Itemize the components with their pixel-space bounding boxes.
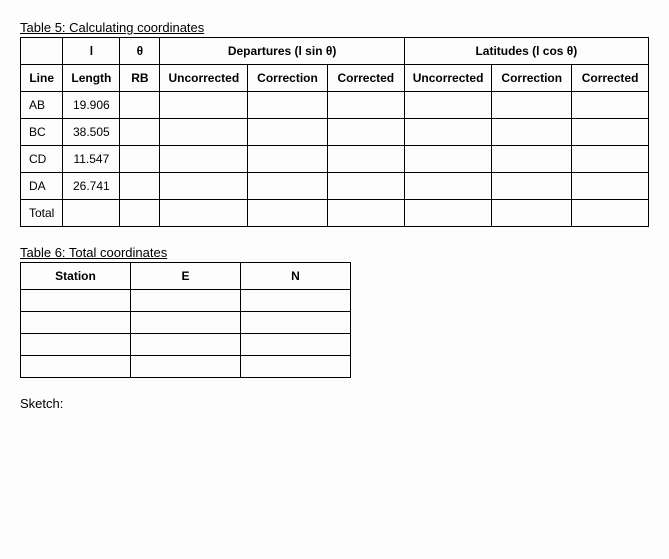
table5-empty-cell	[248, 119, 328, 146]
table5-blank-header	[21, 38, 63, 65]
table5-empty-cell	[404, 146, 492, 173]
table5-rb-header: RB	[120, 65, 160, 92]
table5-departures-header: Departures (l sin θ)	[160, 38, 404, 65]
table5-empty-cell	[120, 146, 160, 173]
table5-length-header: Length	[63, 65, 120, 92]
table5-line-header: Line	[21, 65, 63, 92]
table6-header-row: Station E N	[21, 263, 351, 290]
table6-n-cell	[241, 334, 351, 356]
table6-title: Table 6: Total coordinates	[20, 245, 649, 260]
table6-e-cell	[131, 356, 241, 378]
table5-lat-uncorrected-header: Uncorrected	[404, 65, 492, 92]
table5-empty-cell	[160, 119, 248, 146]
table5-length-cell	[63, 200, 120, 227]
table5-empty-cell	[404, 119, 492, 146]
table5-dep-corrected-header: Corrected	[327, 65, 404, 92]
table5-line-cell: CD	[21, 146, 63, 173]
table6-station-cell	[21, 290, 131, 312]
table5-empty-cell	[248, 173, 328, 200]
table5: l θ Departures (l sin θ) Latitudes (l co…	[20, 37, 649, 227]
table5-empty-cell	[404, 200, 492, 227]
table-row: Total	[21, 200, 649, 227]
table5-empty-cell	[492, 119, 572, 146]
table6-n-cell	[241, 356, 351, 378]
table5-length-cell: 38.505	[63, 119, 120, 146]
table5-empty-cell	[572, 173, 649, 200]
table5-header-row2: Line Length RB Uncorrected Correction Co…	[21, 65, 649, 92]
table6-station-cell	[21, 312, 131, 334]
table-row: DA26.741	[21, 173, 649, 200]
table5-latitudes-header: Latitudes (l cos θ)	[404, 38, 648, 65]
table5-empty-cell	[572, 146, 649, 173]
table5-empty-cell	[120, 92, 160, 119]
table5-dep-uncorrected-header: Uncorrected	[160, 65, 248, 92]
table6-e-cell	[131, 312, 241, 334]
table6-n-header: N	[241, 263, 351, 290]
table5-line-cell: DA	[21, 173, 63, 200]
table5-lat-correction-header: Correction	[492, 65, 572, 92]
table6-e-cell	[131, 290, 241, 312]
table5-empty-cell	[327, 146, 404, 173]
table5-length-cell: 11.547	[63, 146, 120, 173]
table6-n-cell	[241, 290, 351, 312]
table5-empty-cell	[572, 200, 649, 227]
table5-dep-correction-header: Correction	[248, 65, 328, 92]
table5-line-cell: Total	[21, 200, 63, 227]
table-row	[21, 312, 351, 334]
table-row	[21, 356, 351, 378]
table5-empty-cell	[248, 200, 328, 227]
table5-empty-cell	[120, 119, 160, 146]
table5-title: Table 5: Calculating coordinates	[20, 20, 649, 35]
table5-length-cell: 19.906	[63, 92, 120, 119]
table6-e-header: E	[131, 263, 241, 290]
table5-empty-cell	[492, 92, 572, 119]
table5-line-cell: AB	[21, 92, 63, 119]
table5-empty-cell	[160, 173, 248, 200]
table5-empty-cell	[492, 173, 572, 200]
table5-empty-cell	[248, 92, 328, 119]
table5-line-cell: BC	[21, 119, 63, 146]
table5-empty-cell	[327, 92, 404, 119]
table5-empty-cell	[327, 119, 404, 146]
table5-empty-cell	[120, 200, 160, 227]
table5-empty-cell	[120, 173, 160, 200]
table-row	[21, 290, 351, 312]
sketch-label: Sketch:	[20, 396, 649, 411]
table5-empty-cell	[404, 92, 492, 119]
table6-station-header: Station	[21, 263, 131, 290]
table-row: CD11.547	[21, 146, 649, 173]
table5-empty-cell	[327, 173, 404, 200]
table5-empty-cell	[404, 173, 492, 200]
table5-empty-cell	[160, 92, 248, 119]
table5-empty-cell	[572, 92, 649, 119]
table5-theta-header: θ	[120, 38, 160, 65]
table6-e-cell	[131, 334, 241, 356]
table6: Station E N	[20, 262, 351, 378]
table6-station-cell	[21, 356, 131, 378]
table5-empty-cell	[248, 146, 328, 173]
table-row: BC38.505	[21, 119, 649, 146]
table5-header-row1: l θ Departures (l sin θ) Latitudes (l co…	[21, 38, 649, 65]
table5-empty-cell	[327, 200, 404, 227]
table5-empty-cell	[160, 146, 248, 173]
table5-empty-cell	[160, 200, 248, 227]
table6-station-cell	[21, 334, 131, 356]
table5-empty-cell	[492, 200, 572, 227]
table5-empty-cell	[572, 119, 649, 146]
table6-n-cell	[241, 312, 351, 334]
table5-length-cell: 26.741	[63, 173, 120, 200]
table5-empty-cell	[492, 146, 572, 173]
table-row: AB19.906	[21, 92, 649, 119]
table5-l-header: l	[63, 38, 120, 65]
table-row	[21, 334, 351, 356]
table5-lat-corrected-header: Corrected	[572, 65, 649, 92]
